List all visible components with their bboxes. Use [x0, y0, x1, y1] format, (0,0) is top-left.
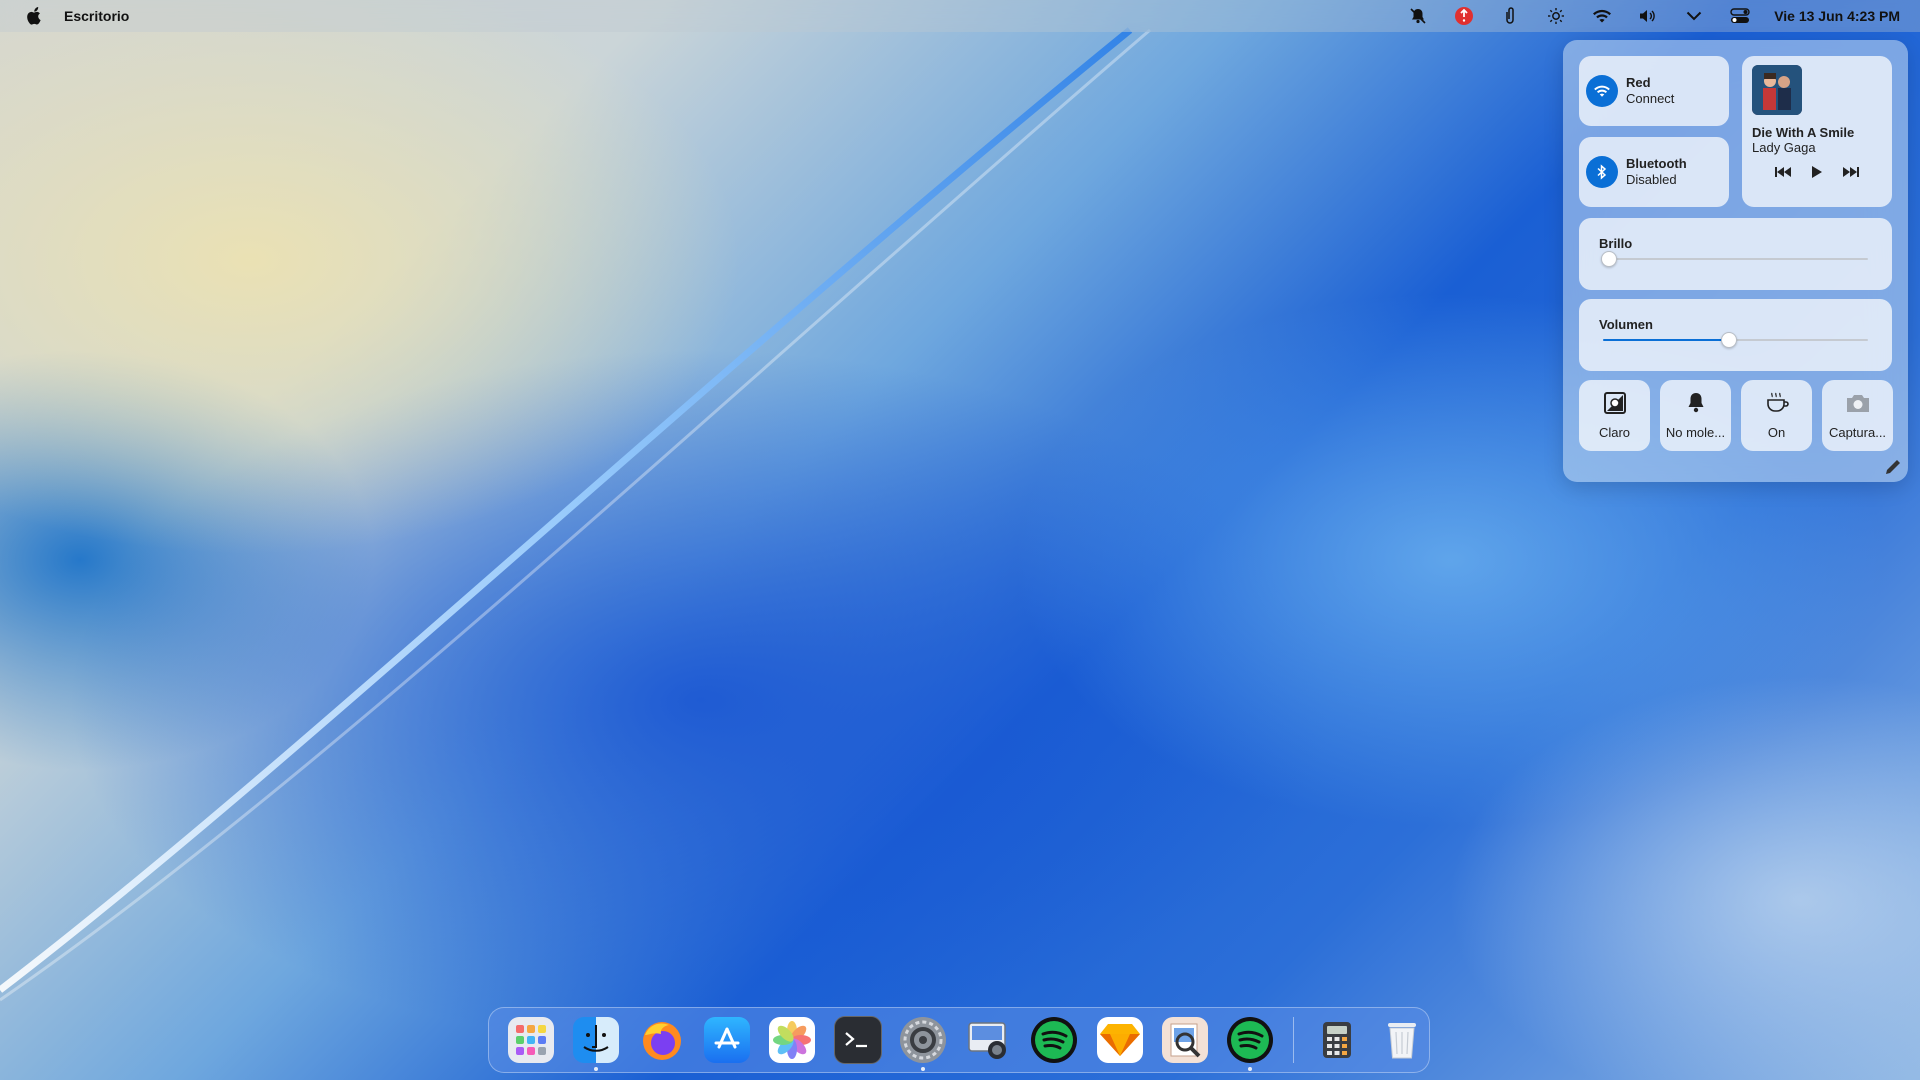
- dock-firefox[interactable]: [635, 1013, 688, 1067]
- appearance-icon: [1603, 391, 1626, 417]
- brightness-tile: Brillo: [1579, 218, 1892, 290]
- screenshot-app-icon: [966, 1017, 1012, 1063]
- dock-separator: [1293, 1017, 1295, 1063]
- volume-slider[interactable]: [1603, 332, 1868, 348]
- app-store-icon: [703, 1017, 750, 1063]
- volume-tile: Volumen: [1579, 299, 1892, 371]
- previous-track-icon[interactable]: [1774, 165, 1792, 179]
- calculator-icon: [1314, 1017, 1360, 1063]
- bell-icon: [1686, 392, 1706, 417]
- running-indicator: [594, 1067, 599, 1071]
- volume-knob[interactable]: [1720, 332, 1737, 348]
- trash-icon: [1379, 1017, 1425, 1063]
- brightness-slider[interactable]: [1601, 251, 1868, 267]
- dock-spotify[interactable]: [1027, 1013, 1080, 1067]
- play-icon[interactable]: [1808, 165, 1826, 179]
- screenshot-label: Captura...: [1828, 424, 1887, 440]
- brightness-label: Brillo: [1599, 236, 1633, 251]
- appearance-toggle[interactable]: Claro: [1579, 380, 1650, 451]
- update-alert-icon[interactable]: [1452, 4, 1476, 28]
- dock-spotify-2[interactable]: [1224, 1013, 1277, 1071]
- paperclip-icon[interactable]: [1498, 4, 1522, 28]
- caffeine-label: On: [1767, 424, 1786, 440]
- launchpad-icon: [507, 1017, 554, 1063]
- volume-icon[interactable]: [1636, 4, 1660, 28]
- apple-logo-icon[interactable]: [22, 4, 46, 28]
- photos-icon: [769, 1017, 816, 1063]
- now-playing-tile[interactable]: Die With A Smile Lady Gaga: [1742, 56, 1892, 207]
- wifi-status: Connect: [1626, 91, 1675, 106]
- album-art: [1752, 65, 1802, 115]
- bluetooth-tile[interactable]: Bluetooth Disabled: [1579, 137, 1729, 207]
- coffee-cup-icon: [1765, 392, 1789, 417]
- do-not-disturb-label: No mole...: [1665, 424, 1726, 440]
- active-app-name[interactable]: Escritorio: [64, 8, 129, 24]
- dock-app-store[interactable]: [700, 1013, 753, 1067]
- menu-bar: Escritorio Vie 13 Jun 4:23 PM: [0, 0, 1920, 32]
- dock: [488, 1007, 1430, 1073]
- spotify-icon: [1227, 1017, 1274, 1063]
- menubar-clock[interactable]: Vie 13 Jun 4:23 PM: [1774, 8, 1900, 24]
- screenshot-toggle[interactable]: Captura...: [1822, 380, 1893, 451]
- volume-label: Volumen: [1599, 317, 1653, 332]
- caffeine-toggle[interactable]: On: [1741, 380, 1812, 451]
- dock-finder[interactable]: [569, 1013, 622, 1071]
- dock-screenshot[interactable]: [962, 1013, 1015, 1067]
- do-not-disturb-toggle[interactable]: No mole...: [1660, 380, 1731, 451]
- dock-launchpad[interactable]: [504, 1013, 557, 1067]
- dock-system-settings[interactable]: [897, 1013, 950, 1071]
- dock-sketch[interactable]: [1093, 1013, 1146, 1067]
- wifi-name: Red: [1626, 75, 1651, 90]
- spotify-icon: [1031, 1017, 1078, 1063]
- bell-slash-icon[interactable]: [1406, 4, 1430, 28]
- chevron-down-icon[interactable]: [1682, 4, 1706, 28]
- dock-photos[interactable]: [766, 1013, 819, 1067]
- song-title: Die With A Smile: [1752, 125, 1855, 140]
- edit-pencil-icon[interactable]: [1884, 458, 1902, 476]
- bluetooth-status: Disabled: [1626, 172, 1677, 187]
- bluetooth-icon: [1586, 156, 1618, 188]
- brightness-icon[interactable]: [1544, 4, 1568, 28]
- running-indicator: [1248, 1067, 1253, 1071]
- dock-preview[interactable]: [1158, 1013, 1211, 1067]
- running-indicator: [921, 1067, 926, 1071]
- control-center-icon[interactable]: [1728, 4, 1752, 28]
- sketch-icon: [1096, 1017, 1143, 1063]
- bluetooth-name: Bluetooth: [1626, 156, 1687, 171]
- dock-trash[interactable]: [1375, 1013, 1428, 1067]
- song-artist: Lady Gaga: [1752, 140, 1816, 155]
- camera-icon: [1845, 392, 1871, 417]
- firefox-icon: [639, 1017, 685, 1063]
- preview-icon: [1161, 1017, 1208, 1063]
- control-center-panel: Red Connect Bluetooth Disabled Die With …: [1563, 40, 1908, 482]
- finder-icon: [573, 1017, 620, 1063]
- dock-calculator[interactable]: [1310, 1013, 1363, 1067]
- appearance-label: Claro: [1598, 424, 1631, 440]
- brightness-knob[interactable]: [1601, 251, 1618, 267]
- wifi-tile[interactable]: Red Connect: [1579, 56, 1729, 126]
- wifi-icon: [1586, 75, 1618, 107]
- terminal-icon: [833, 1016, 882, 1064]
- next-track-icon[interactable]: [1842, 165, 1860, 179]
- volume-fill: [1603, 339, 1728, 341]
- dock-terminal[interactable]: [831, 1013, 884, 1067]
- wifi-icon[interactable]: [1590, 4, 1614, 28]
- system-settings-icon: [900, 1017, 947, 1063]
